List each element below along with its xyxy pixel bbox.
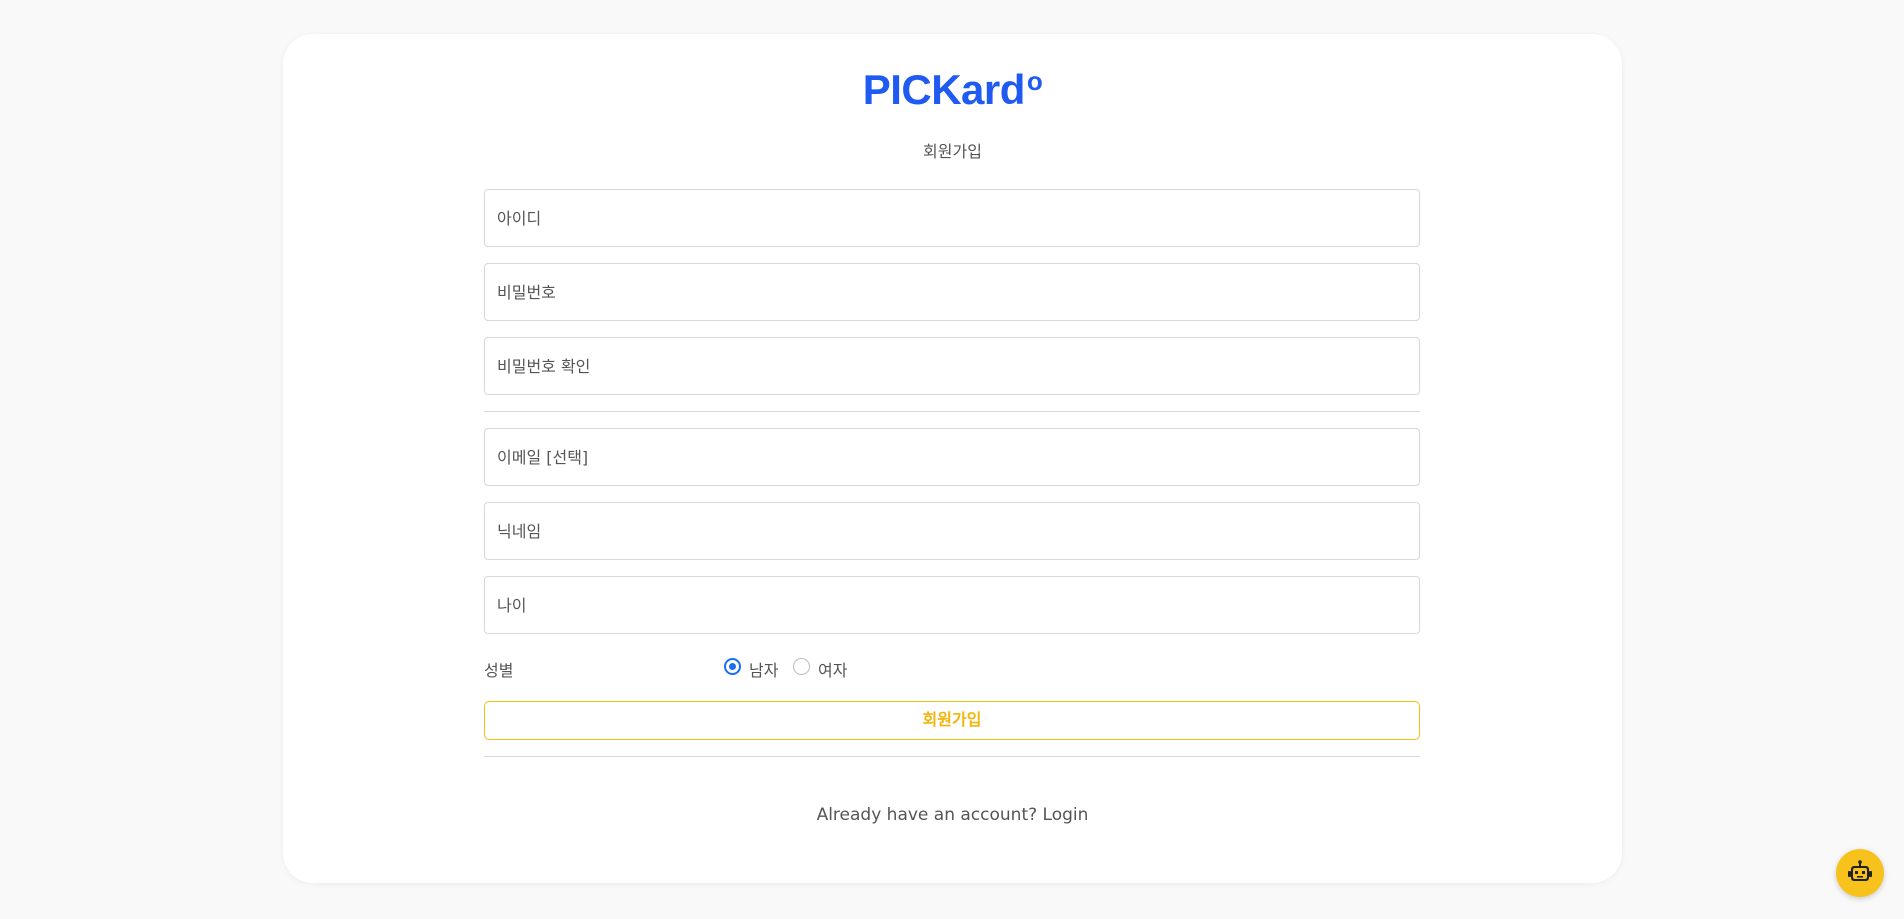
- login-link[interactable]: Already have an account? Login: [283, 805, 1622, 825]
- signup-card: PICKardo 회원가입 성별 남자 여자 회원가입 Already have…: [283, 34, 1622, 883]
- bottom-divider: [484, 756, 1420, 757]
- page-title: 회원가입: [923, 142, 982, 161]
- signup-submit-button[interactable]: 회원가입: [484, 701, 1420, 740]
- logo-mark: o: [1026, 66, 1043, 96]
- robot-icon: [1848, 860, 1872, 881]
- gender-label: 성별: [484, 661, 514, 680]
- gender-radio-female[interactable]: [793, 658, 810, 675]
- gender-option-male-label[interactable]: 남자: [749, 657, 778, 681]
- chatbot-button[interactable]: [1836, 849, 1884, 897]
- age-input[interactable]: [484, 576, 1420, 634]
- password-confirm-input[interactable]: [484, 337, 1420, 395]
- nickname-input[interactable]: [484, 502, 1420, 560]
- password-input[interactable]: [484, 263, 1420, 321]
- app-logo: PICKardo: [283, 66, 1622, 114]
- email-input[interactable]: [484, 428, 1420, 486]
- logo-text: PICKard: [862, 66, 1026, 113]
- username-input[interactable]: [484, 189, 1420, 247]
- gender-option-female-label[interactable]: 여자: [818, 657, 847, 681]
- gender-row: 성별 남자 여자: [484, 653, 1420, 681]
- gender-radio-male[interactable]: [724, 658, 741, 675]
- form-divider: [484, 411, 1420, 412]
